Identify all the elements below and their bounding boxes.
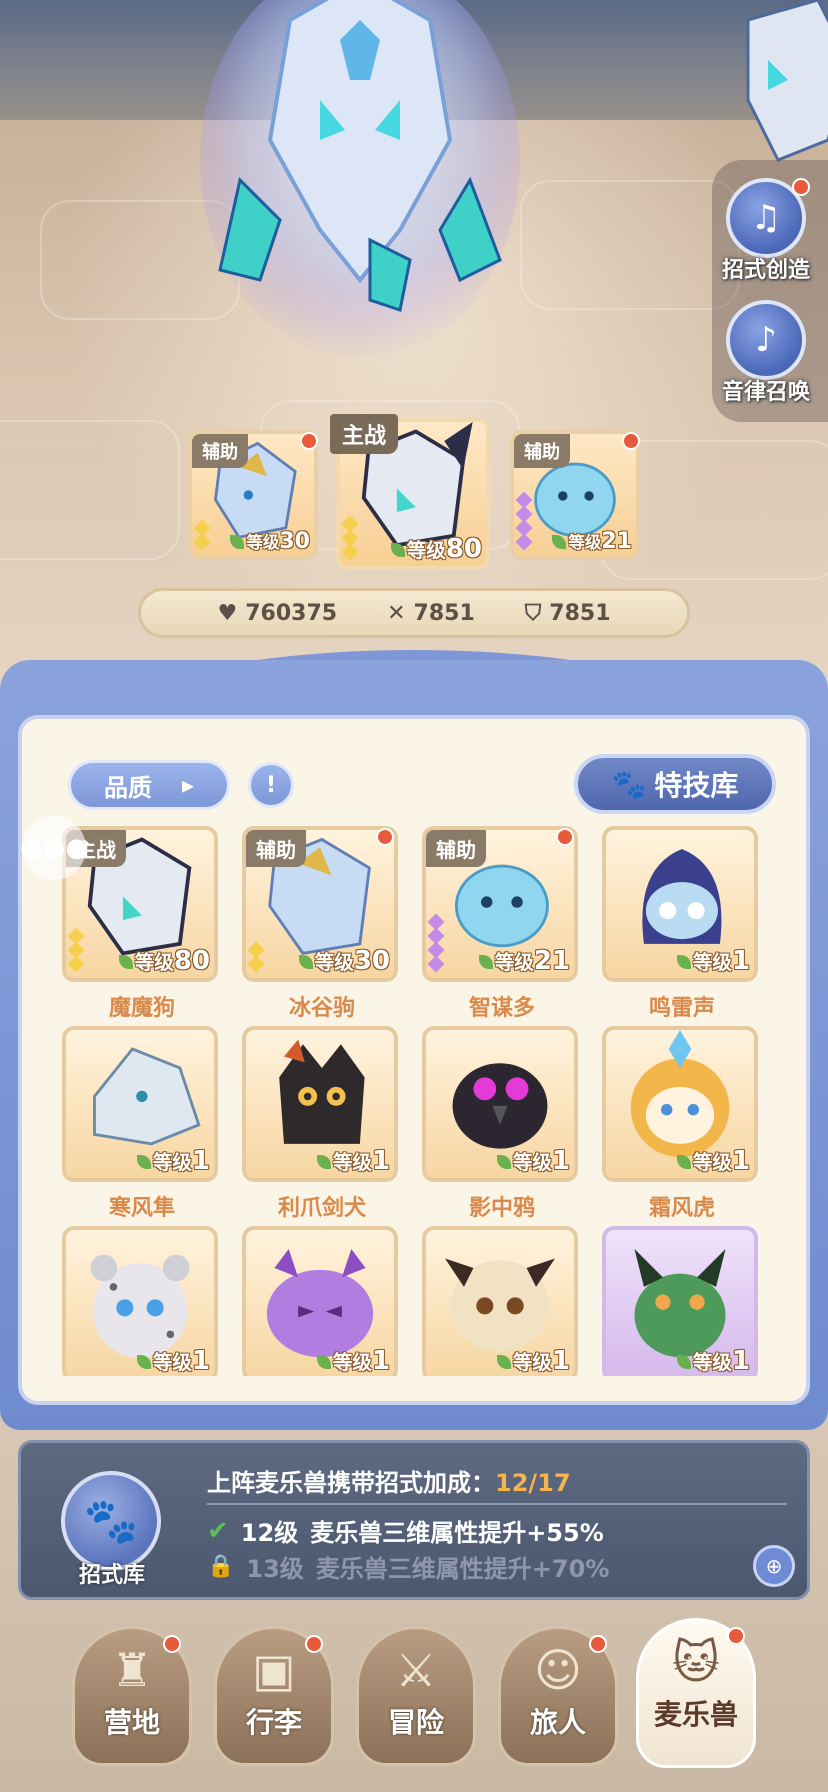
pet-item[interactable]: 等级1 影中鸦: [422, 1026, 582, 1222]
divider: [207, 1503, 787, 1505]
attack-stat: ✕ 7851: [387, 600, 475, 626]
pet-name: 智谋多: [468, 996, 535, 1021]
rhythm-summon-label: 音律召唤: [721, 380, 810, 405]
level-label: 等级80: [390, 534, 482, 564]
info-icon[interactable]: !: [248, 762, 294, 808]
nav-camp[interactable]: ♜ 营地: [72, 1626, 192, 1766]
notification-dot: [622, 432, 640, 450]
heart-icon: ♥: [217, 600, 238, 626]
skill-bonus-panel: 🐾 招式库 上阵麦乐兽携带招式加成：12/17 ✔ 12级 麦乐兽三维属性提升+…: [18, 1440, 810, 1600]
paw-icon: 🐾: [611, 767, 647, 801]
rarity-stars: [341, 515, 359, 561]
bonus-title: 上阵麦乐兽携带招式加成：12/17: [207, 1469, 571, 1497]
level-label: 等级30: [298, 946, 390, 976]
level-label: 等级21: [552, 529, 632, 554]
bottom-nav: ♜ 营地 ▣ 行李 ⚔ 冒险 ☺ 旅人 🐱 麦乐兽: [0, 1610, 828, 1792]
role-tag: 辅助: [192, 434, 248, 468]
notification-dot: [727, 1627, 745, 1645]
pet-item[interactable]: 等级1: [242, 1226, 402, 1376]
leaf-icon: [230, 535, 245, 549]
shield-icon: ⛉: [524, 600, 542, 626]
pet-item[interactable]: 辅助 等级30 冰谷驹: [242, 826, 402, 1022]
sort-arrow-icon: ▸: [181, 771, 195, 799]
pet-name: 鸣雷声: [648, 996, 715, 1021]
notification-dot: [792, 178, 810, 196]
notification-dot: [376, 828, 394, 846]
hp-stat: ♥ 760375: [217, 600, 338, 626]
pet-item[interactable]: 等级1 霜风虎: [602, 1026, 762, 1222]
team-slot-support-1[interactable]: 辅助 等级30: [188, 430, 318, 560]
pet-item[interactable]: 等级1: [62, 1226, 222, 1376]
level-label: 等级21: [478, 946, 570, 976]
nav-adventure[interactable]: ⚔ 冒险: [356, 1626, 476, 1766]
swords-icon: ⚔: [395, 1643, 437, 1697]
level-label: 等级80: [118, 946, 210, 976]
pet-name: 利爪剑犬: [277, 1196, 366, 1221]
defense-stat: ⛉ 7851: [524, 600, 611, 626]
rarity-stars: [193, 519, 211, 551]
dragon-creature[interactable]: [200, 0, 520, 380]
crossed-swords-icon: ✕: [387, 600, 406, 626]
level-label: 等级1: [676, 1346, 750, 1376]
level-label: 等级1: [496, 1146, 570, 1176]
check-icon: ✔: [207, 1515, 229, 1546]
skill-library-icon[interactable]: 🐾: [61, 1471, 161, 1571]
level-label: 等级1: [496, 1346, 570, 1376]
pet-name: 冰谷驹: [288, 996, 355, 1021]
nav-traveler[interactable]: ☺ 旅人: [498, 1626, 618, 1766]
level-label: 等级1: [136, 1346, 210, 1376]
pet-grid: 主战 等级80 魔魔狗 辅助 等级30 冰谷驹 辅助 等级21 智谋多 等级1 …: [62, 826, 772, 1376]
level-label: 等级1: [136, 1146, 210, 1176]
role-tag: 辅助: [246, 830, 306, 867]
lyre-icon: ♪: [726, 300, 806, 380]
notification-dot: [163, 1635, 181, 1653]
bonus-tier-locked: 🔒 13级 麦乐兽三维属性提升+70%: [207, 1554, 610, 1583]
pet-item[interactable]: 等级1 鸣雷声: [602, 826, 762, 1022]
notification-dot: [589, 1635, 607, 1653]
pet-name: 影中鸦: [468, 1196, 535, 1221]
skill-create-label: 招式创造: [721, 258, 810, 283]
role-tag: 辅助: [426, 830, 486, 867]
zoom-icon[interactable]: ⊕: [753, 1545, 795, 1587]
bonus-tier-unlocked: ✔ 12级 麦乐兽三维属性提升+55%: [207, 1515, 604, 1548]
level-label: 等级1: [676, 946, 750, 976]
rhythm-summon-button[interactable]: ♪ 音律召唤: [718, 300, 814, 410]
pet-name: 霜风虎: [648, 1196, 715, 1221]
notification-dot: [305, 1635, 323, 1653]
team-slot-support-2[interactable]: 辅助 等级21: [510, 430, 640, 560]
skill-library-label: 招式库: [78, 1563, 145, 1588]
lock-icon: 🔒: [207, 1554, 235, 1579]
nav-luggage[interactable]: ▣ 行李: [214, 1626, 334, 1766]
level-label: 等级30: [230, 529, 310, 554]
skill-create-button[interactable]: ♫ 招式创造: [718, 178, 814, 288]
chat-icon[interactable]: ●●●: [20, 816, 88, 880]
quality-sort-button[interactable]: 品质 ▸: [68, 760, 230, 810]
pet-item[interactable]: 等级1: [602, 1226, 762, 1376]
pet-name: 魔魔狗: [108, 996, 175, 1021]
skill-library-button[interactable]: 🐾 特技库: [574, 754, 776, 814]
notification-dot: [556, 828, 574, 846]
leaf-icon: [390, 542, 405, 557]
notification-dot: [300, 432, 318, 450]
team-stats-bar: ♥ 760375 ✕ 7851 ⛉ 7851: [138, 588, 690, 638]
leaf-icon: [552, 535, 567, 549]
pet-item[interactable]: 辅助 等级21 智谋多: [422, 826, 582, 1022]
role-tag-main: 主战: [330, 414, 399, 454]
level-label: 等级1: [316, 1146, 390, 1176]
pet-item[interactable]: 等级1 寒风隼: [62, 1026, 222, 1222]
pet-item[interactable]: 等级1 利爪剑犬: [242, 1026, 402, 1222]
pet-name: 寒风隼: [108, 1196, 175, 1221]
bonus-progress: 12/17: [495, 1469, 571, 1497]
pet-item[interactable]: 等级1: [422, 1226, 582, 1376]
level-label: 等级1: [676, 1146, 750, 1176]
role-tag: 辅助: [514, 434, 570, 468]
rarity-stars: [515, 491, 533, 551]
level-label: 等级1: [316, 1346, 390, 1376]
nav-pets[interactable]: 🐱 麦乐兽: [636, 1618, 756, 1768]
